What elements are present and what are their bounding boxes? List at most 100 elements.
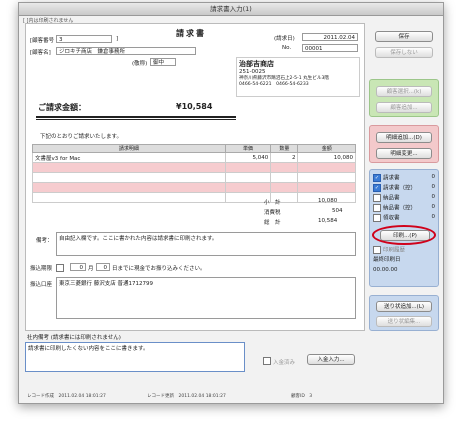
price-cell: 5,040: [224, 152, 272, 163]
checkbox-icon[interactable]: [373, 246, 381, 254]
check-count: 0: [431, 184, 436, 190]
due-day-field[interactable]: 0: [96, 263, 110, 271]
item-cell: [32, 192, 226, 203]
customer-add-button[interactable]: 顧客追加...: [376, 102, 432, 113]
issuer-name: 治部吉商店: [239, 60, 274, 68]
total-value: 10,584: [318, 218, 338, 224]
customer-no-field[interactable]: 3: [56, 35, 112, 43]
item-cell: 文書屋v3 for Mac: [32, 152, 226, 163]
dont-save-button[interactable]: 保存しない: [375, 47, 433, 58]
invoice-date-label: (請求日): [274, 36, 295, 42]
check-delivery-copy[interactable]: 納品書（控）: [373, 204, 416, 213]
customer-id-status: 顧客ID 3: [291, 394, 313, 399]
checkbox-icon[interactable]: [373, 204, 381, 212]
qty-cell: 2: [270, 152, 299, 163]
issuer-block: 治部吉商店 251-0025 神奈川県藤沢市鵠沼石上2-5-1 丸生ビル3階 0…: [236, 57, 360, 97]
delivery-edit-button[interactable]: 送り状編集...: [376, 316, 432, 327]
col-header-price: 単価: [224, 144, 272, 153]
table-row[interactable]: 文書屋v3 for Mac 5,040 2 10,080: [32, 152, 356, 163]
amount-label: ご請求金額：: [38, 103, 86, 112]
price-cell: [224, 162, 272, 173]
honorific-label: (敬称): [132, 61, 148, 67]
remarks-field[interactable]: 自由記入欄です。ここに書かれた内容は請求書に印刷されます。: [56, 232, 356, 256]
updated-status: レコード更新 2011.02.04 18:01:27: [147, 394, 226, 399]
check-invoice-copy[interactable]: ✓ 請求書（控）: [373, 184, 416, 193]
last-print-value: 00.00.00: [373, 267, 398, 273]
print-history-label: 印刷履歴: [383, 247, 406, 254]
check-receipt[interactable]: 領収書: [373, 214, 400, 223]
price-cell: [224, 182, 272, 193]
delivery-add-button[interactable]: 送り状追加...(L): [376, 301, 432, 312]
invoice-no-field[interactable]: 00001: [302, 44, 358, 52]
window-title: 請求書入力(1): [19, 3, 443, 16]
due-checkbox[interactable]: [56, 264, 64, 272]
tax-value: 504: [332, 208, 343, 214]
item-cell: [32, 182, 226, 193]
customer-name-label: [顧客名]: [30, 50, 51, 56]
doc-title: 請求書: [176, 29, 206, 38]
col-header-amount: 金額: [297, 144, 356, 153]
checkbox-icon[interactable]: [373, 214, 381, 222]
remarks-label: 備考：: [36, 238, 53, 244]
invoice-date-field[interactable]: 2011.02.04: [302, 33, 358, 41]
checkbox-checked-icon[interactable]: ✓: [373, 184, 381, 192]
amount-cell: [297, 162, 356, 173]
checkbox-icon[interactable]: [373, 194, 381, 202]
check-count: 0: [431, 194, 436, 200]
check-invoice[interactable]: ✓ 請求書: [373, 174, 400, 183]
subtotal-label: 小 計: [264, 200, 281, 206]
detail-group: 明細追加...(D) 明細変更...: [369, 125, 439, 163]
checkbox-checked-icon[interactable]: ✓: [373, 174, 381, 182]
bank-field[interactable]: 東京三菱銀行 藤沢支店 普通1712799: [56, 277, 356, 319]
invoice-lines-table: 請求明細 単価 数量 金額 文書屋v3 for Mac 5,040 2 10,0…: [32, 144, 356, 203]
check-delivery[interactable]: 納品書: [373, 194, 400, 203]
subtotal-value: 10,080: [318, 198, 338, 204]
delivery-group: 送り状追加...(L) 送り状編集...: [369, 295, 439, 331]
col-header-item: 請求明細: [32, 144, 226, 153]
invoice-document: 請求書 [顧客番号 3 ] [顧客名] ジロキチ商店 鎌倉事務所 (敬称) 御中…: [25, 23, 365, 331]
issuer-tel: 0466-54-6221 0466-54-6233: [239, 82, 309, 87]
print-group: ✓ 請求書 0 ✓ 請求書（控） 0 納品書 0 納品書（控） 0 領収書 0 印刷…: [369, 169, 439, 287]
intro-text: 下記のとおりご請求いたします。: [40, 134, 122, 140]
check-label: 領収書: [383, 215, 400, 222]
payment-entry-button[interactable]: 入金入力...: [307, 354, 355, 365]
save-button[interactable]: 保存: [375, 31, 433, 42]
check-label: 納品書（控）: [383, 205, 417, 212]
total-label: 総 計: [264, 220, 281, 226]
table-row[interactable]: [32, 192, 356, 203]
check-count: 0: [431, 174, 436, 180]
tax-label: 消費税: [264, 210, 281, 216]
due-month-field[interactable]: 0: [70, 263, 86, 271]
bank-label: 振込口座: [30, 282, 53, 288]
created-status: レコード作成 2011.02.04 18:01:27: [27, 394, 106, 399]
detail-change-button[interactable]: 明細変更...: [376, 148, 432, 159]
sidebar: 保存 保存しない 顧客選択...(k) 顧客追加... 明細追加...(D) 明…: [367, 23, 439, 331]
qty-cell: [270, 162, 299, 173]
highlight-ellipse: [372, 225, 436, 245]
col-header-qty: 数量: [270, 144, 299, 153]
amount-cell: 10,080: [297, 152, 356, 163]
print-history[interactable]: 印刷履歴: [373, 246, 405, 255]
amount-underline: [36, 116, 236, 118]
table-row[interactable]: [32, 172, 356, 183]
honorific-field[interactable]: 御中: [150, 58, 176, 66]
customer-no-suffix: ]: [116, 36, 119, 42]
customer-group: 顧客選択...(k) 顧客追加...: [369, 79, 439, 117]
detail-add-button[interactable]: 明細追加...(D): [376, 132, 432, 143]
amount-underline-thin: [36, 119, 236, 120]
paid-checkbox[interactable]: [263, 357, 271, 365]
due-text: 日までに現金でお振り込みください。: [112, 266, 206, 272]
qty-cell: [270, 182, 299, 193]
customer-name-field[interactable]: ジロキチ商店 鎌倉事務所: [56, 47, 196, 55]
last-print-label: 最終印刷日: [373, 257, 401, 263]
amount-cell: [297, 182, 356, 193]
amount-value: ¥10,584: [176, 102, 213, 111]
paid-label: 入金済み: [273, 360, 296, 366]
internal-notes-field[interactable]: 請求書に印刷したくない内容をここに書きます。: [25, 342, 245, 372]
due-month-label: 月: [88, 266, 94, 272]
check-count: 0: [431, 214, 436, 220]
table-row[interactable]: [32, 162, 356, 173]
table-row[interactable]: [32, 182, 356, 193]
customer-select-button[interactable]: 顧客選択...(k): [376, 86, 432, 97]
check-label: 納品書: [383, 195, 400, 202]
